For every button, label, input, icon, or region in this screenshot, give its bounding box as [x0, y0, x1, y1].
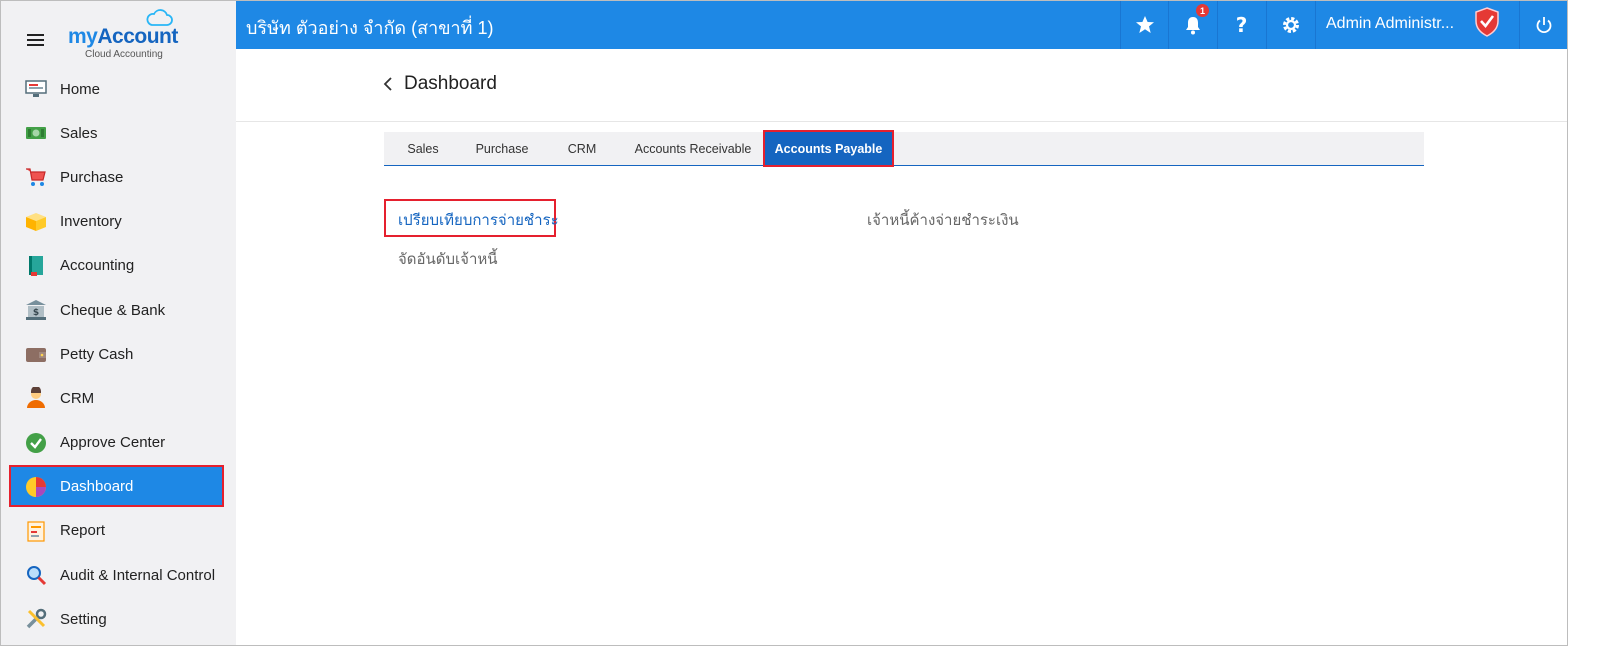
- page-title: Dashboard: [404, 73, 497, 94]
- sidebar-item-purchase[interactable]: Purchase: [1, 155, 236, 199]
- user-name: Admin Administr...: [1326, 15, 1455, 32]
- report-link-creditor-ranking[interactable]: จัดอันดับเจ้าหนี้: [398, 247, 498, 271]
- sidebar-item-label: Sales: [60, 124, 98, 142]
- home-monitor-icon: [25, 78, 47, 100]
- gear-icon: [1282, 17, 1299, 33]
- sidebar-item-cheque-bank[interactable]: $ Cheque & Bank: [1, 288, 236, 332]
- sidebar-item-label: Accounting: [60, 257, 135, 275]
- sidebar-item-approve-center[interactable]: Approve Center: [1, 421, 236, 465]
- notification-badge: 1: [1196, 4, 1209, 17]
- top-bar: บริษัท ตัวอย่าง จำกัด (สาขาที่ 1) 1 ? Ad…: [236, 1, 1567, 49]
- sidebar-item-dashboard[interactable]: Dashboard: [1, 464, 236, 509]
- sidebar-item-sales[interactable]: Sales: [1, 111, 236, 155]
- app-window: myAccount Cloud Accounting Home Sales Pu…: [0, 0, 1568, 646]
- sidebar-item-label: Inventory: [60, 213, 122, 231]
- box-icon: [25, 211, 47, 233]
- logout-button[interactable]: [1519, 1, 1567, 49]
- sidebar-item-label: Purchase: [60, 168, 124, 186]
- power-icon: [1536, 17, 1551, 34]
- sidebar: myAccount Cloud Accounting Home Sales Pu…: [1, 1, 236, 645]
- sidebar-item-label: Approve Center: [60, 434, 166, 452]
- bank-icon: $: [25, 299, 47, 321]
- shield-check-icon[interactable]: [1474, 7, 1500, 37]
- company-name: บริษัท ตัวอย่าง จำกัด (สาขาที่ 1): [246, 18, 494, 38]
- brand-area: myAccount Cloud Accounting: [1, 1, 236, 67]
- tab-crm[interactable]: CRM: [542, 132, 622, 165]
- logo-title: myAccount: [68, 25, 178, 48]
- sidebar-item-audit-internal-control[interactable]: Audit & Internal Control: [1, 553, 236, 597]
- sidebar-item-inventory[interactable]: Inventory: [1, 200, 236, 244]
- pie-chart-icon: [25, 476, 47, 498]
- sidebar-item-home[interactable]: Home: [1, 67, 236, 111]
- sidebar-item-petty-cash[interactable]: Petty Cash: [1, 332, 236, 376]
- customer-icon: [25, 387, 47, 409]
- sidebar-item-label: CRM: [60, 389, 95, 407]
- sidebar-item-label: Setting: [60, 610, 107, 628]
- favorites-button[interactable]: [1120, 1, 1168, 49]
- cart-icon: [25, 166, 47, 188]
- sidebar-item-setting[interactable]: Setting: [1, 597, 236, 641]
- sidebar-item-label: Petty Cash: [60, 345, 134, 363]
- bell-icon: [1185, 17, 1200, 35]
- magnifier-icon: [25, 564, 47, 586]
- check-circle-icon: [25, 432, 47, 454]
- page-header: Dashboard: [236, 49, 1567, 122]
- cash-icon: [25, 122, 47, 144]
- tab-accounts-receivable[interactable]: Accounts Receivable: [622, 132, 764, 165]
- report-icon: [25, 520, 47, 542]
- tab-purchase[interactable]: Purchase: [462, 132, 542, 165]
- logo-subtitle: Cloud Accounting: [85, 49, 163, 60]
- report-link-outstanding-payables[interactable]: เจ้าหนี้ค้างจ่ายชำระเงิน: [867, 208, 1019, 232]
- dashboard-tabs: Sales Purchase CRM Accounts Receivable A…: [384, 130, 1424, 167]
- chevron-left-icon[interactable]: [382, 75, 394, 93]
- tab-sales[interactable]: Sales: [384, 132, 462, 165]
- sidebar-nav: Home Sales Purchase Inventory Accounting…: [1, 67, 236, 641]
- sidebar-item-label: Home: [60, 80, 101, 98]
- sidebar-item-report[interactable]: Report: [1, 509, 236, 553]
- question-mark-icon: ?: [1235, 13, 1248, 37]
- settings-button[interactable]: [1266, 1, 1314, 49]
- sidebar-item-label: Audit & Internal Control: [60, 566, 216, 584]
- wallet-icon: [25, 343, 47, 365]
- help-button[interactable]: ?: [1217, 1, 1265, 49]
- tools-icon: [25, 608, 47, 630]
- sidebar-item-label: Report: [60, 522, 106, 540]
- notifications-button[interactable]: 1: [1168, 1, 1216, 49]
- ledger-book-icon: [25, 255, 47, 277]
- user-menu[interactable]: Admin Administr...: [1315, 1, 1505, 49]
- hamburger-menu-icon[interactable]: [27, 34, 45, 48]
- star-icon: [1135, 16, 1154, 33]
- sidebar-item-label: Cheque & Bank: [60, 301, 166, 319]
- report-link-compare-payments[interactable]: เปรียบเทียบการจ่ายชำระ: [398, 208, 559, 232]
- svg-text:$: $: [33, 308, 39, 318]
- sidebar-item-label: Dashboard: [60, 478, 134, 496]
- tab-accounts-payable[interactable]: Accounts Payable: [763, 130, 894, 167]
- app-logo[interactable]: myAccount Cloud Accounting: [68, 9, 188, 63]
- sidebar-item-crm[interactable]: CRM: [1, 376, 236, 420]
- sidebar-item-accounting[interactable]: Accounting: [1, 244, 236, 288]
